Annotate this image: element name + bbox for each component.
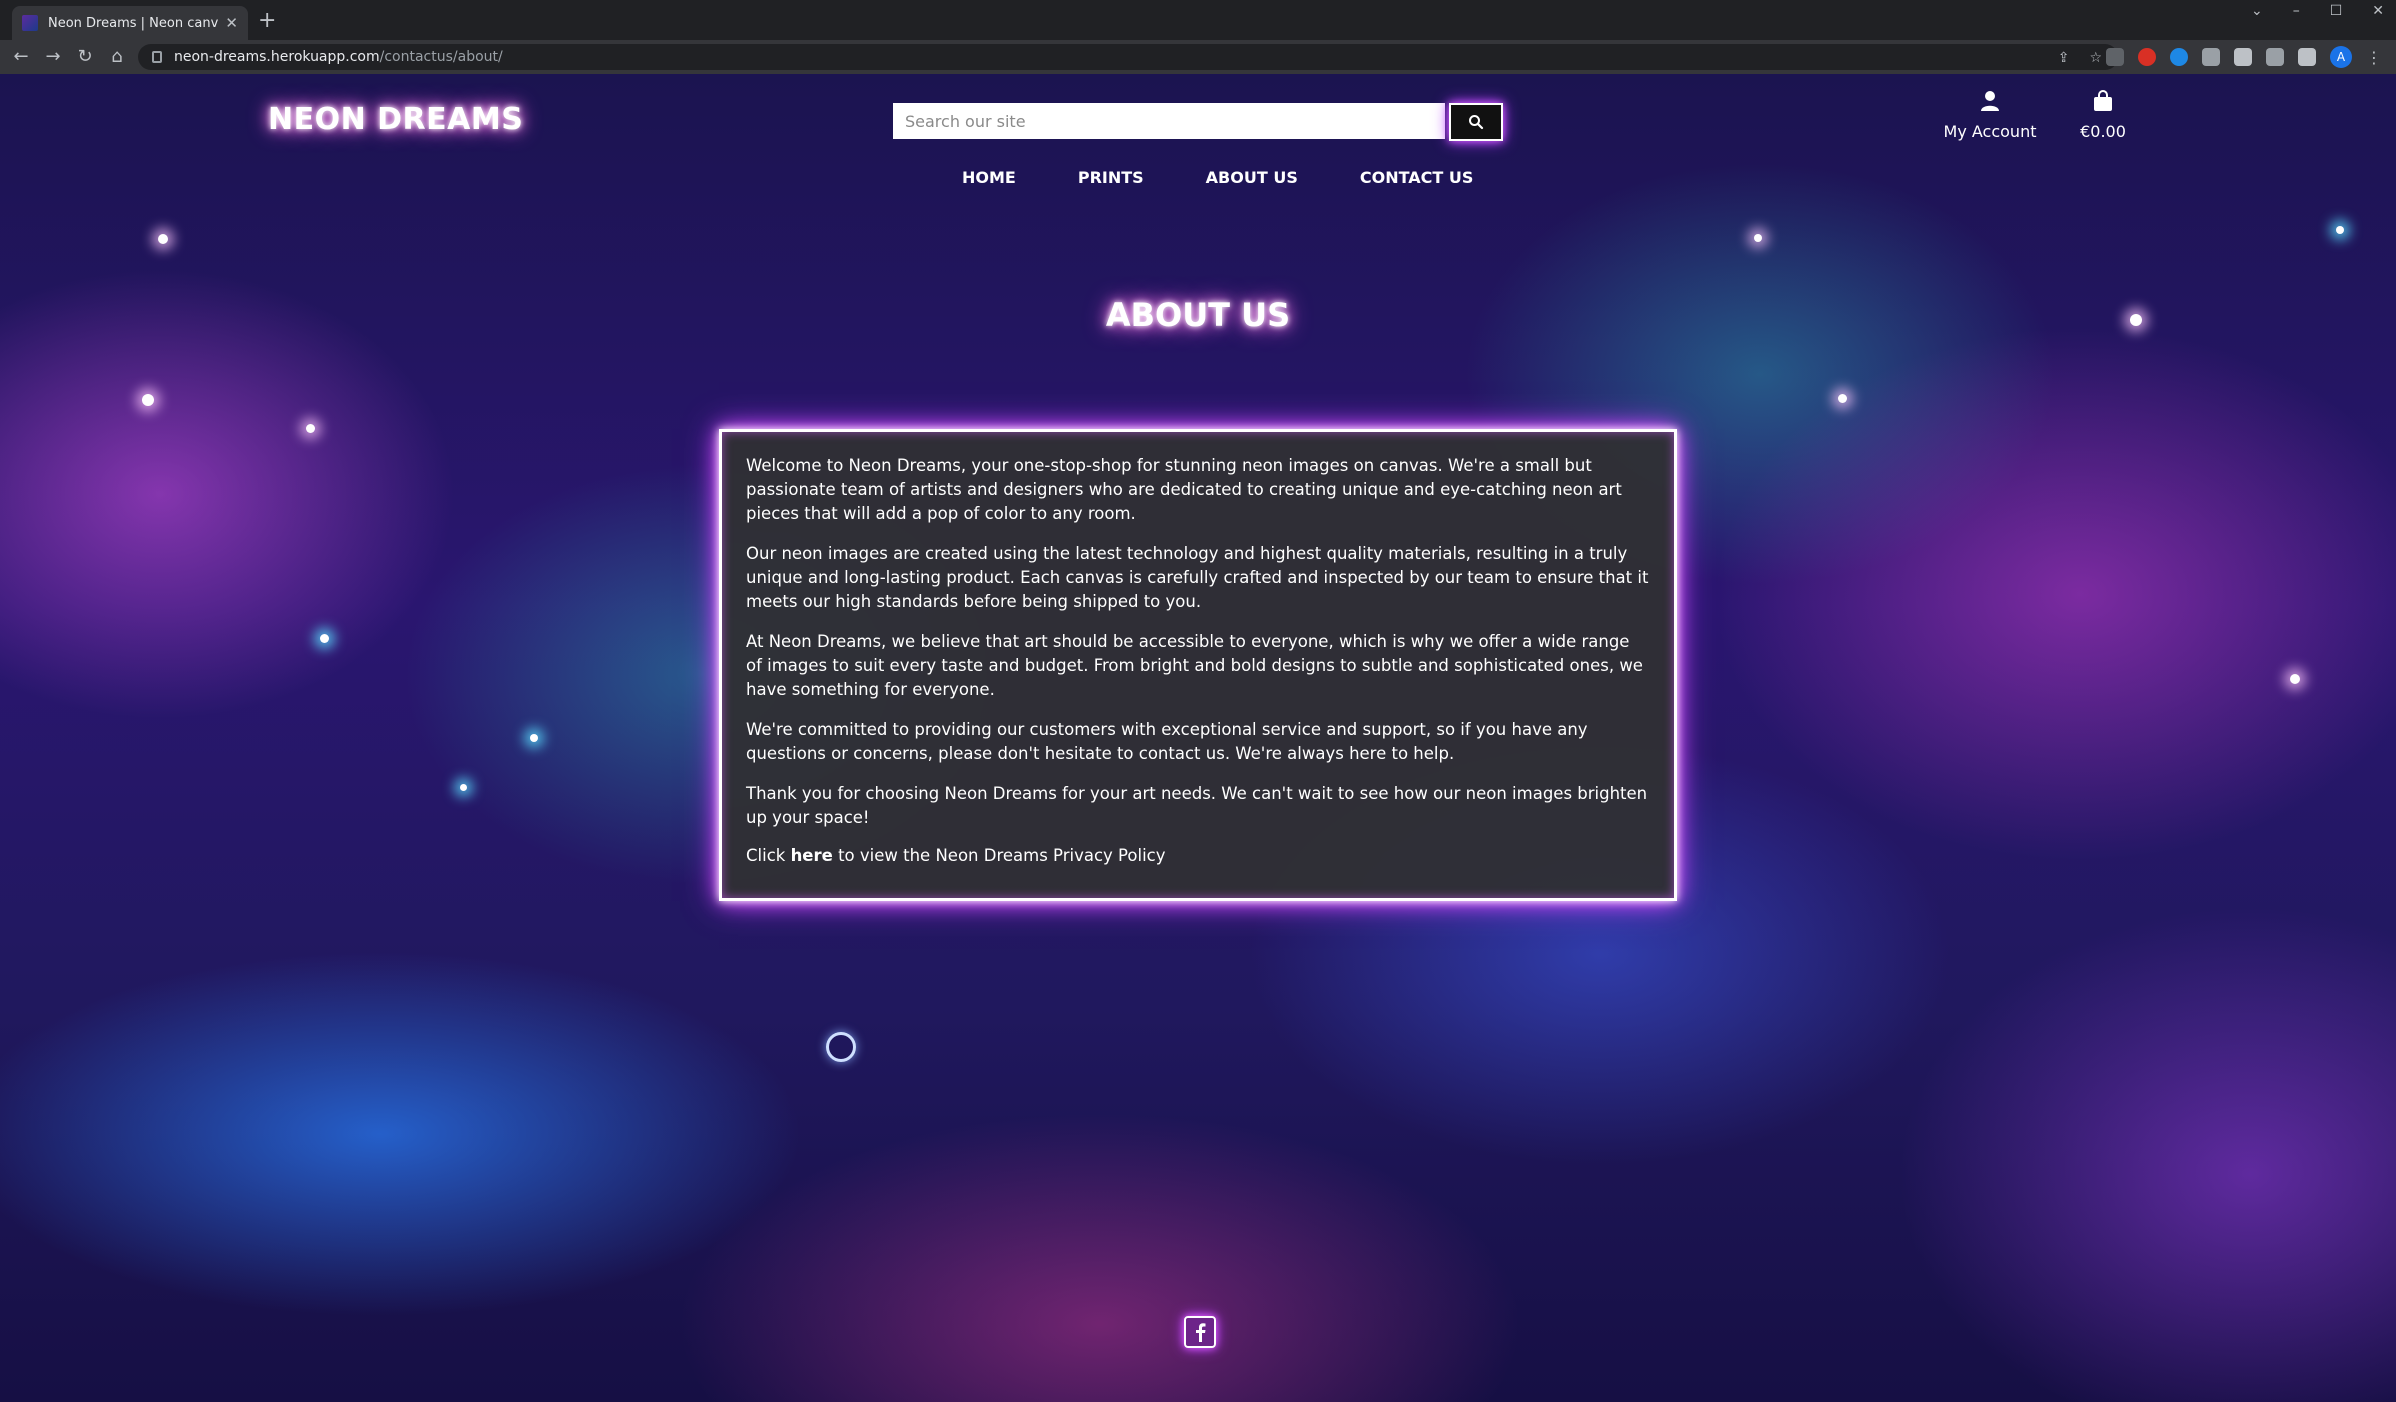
- minimize-icon[interactable]: –: [2293, 3, 2300, 19]
- search-icon: [1469, 115, 1484, 130]
- back-icon[interactable]: ←: [8, 44, 34, 70]
- star-decoration: [2336, 226, 2344, 234]
- tab-search-icon[interactable]: ⌄: [2251, 3, 2263, 19]
- page-body: NEON DREAMS My Account €0.00 HOME PRINTS…: [0, 74, 2396, 1402]
- star-decoration: [1754, 234, 1762, 242]
- about-paragraph: We're committed to providing our custome…: [746, 720, 1588, 763]
- nav-about-us[interactable]: ABOUT US: [1206, 168, 1298, 187]
- star-decoration: [142, 394, 154, 406]
- privacy-policy-link[interactable]: here: [791, 846, 833, 865]
- extensions-bar: A ⋮: [2106, 46, 2382, 68]
- about-paragraph: At Neon Dreams, we believe that art shou…: [746, 632, 1643, 699]
- extension-icon[interactable]: [2106, 48, 2124, 66]
- nav-prints[interactable]: PRINTS: [1078, 168, 1144, 187]
- star-decoration: [158, 234, 168, 244]
- about-card: Welcome to Neon Dreams, your one-stop-sh…: [719, 429, 1677, 901]
- share-icon[interactable]: ⇪: [2058, 50, 2070, 66]
- my-account-link[interactable]: My Account: [1940, 90, 2040, 141]
- search-form: [893, 103, 1503, 141]
- lock-icon[interactable]: [152, 51, 162, 63]
- star-decoration: [2290, 674, 2300, 684]
- extension-icon[interactable]: [2202, 48, 2220, 66]
- bookmark-star-icon[interactable]: ☆: [2089, 50, 2102, 66]
- browser-toolbar: ← → ↻ ⌂ neon-dreams.herokuapp.com /conta…: [0, 40, 2396, 74]
- tab-strip: Neon Dreams | Neon canvas pri ✕ + ⌄ – ☐ …: [0, 0, 2396, 40]
- extension-icon[interactable]: [2170, 48, 2188, 66]
- nav-contact-us[interactable]: CONTACT US: [1360, 168, 1474, 187]
- about-paragraph: Thank you for choosing Neon Dreams for y…: [746, 784, 1648, 827]
- forward-icon[interactable]: →: [40, 44, 66, 70]
- planet-decoration: [826, 1032, 856, 1062]
- privacy-prefix: Click: [746, 846, 791, 865]
- address-bar[interactable]: neon-dreams.herokuapp.com /contactus/abo…: [138, 44, 2118, 70]
- tab-close-icon[interactable]: ✕: [225, 14, 238, 32]
- menu-dots-icon[interactable]: ⋮: [2366, 48, 2382, 67]
- about-paragraph: Welcome to Neon Dreams, your one-stop-sh…: [746, 456, 1622, 523]
- window-close-icon[interactable]: ✕: [2372, 3, 2384, 19]
- facebook-link[interactable]: [1184, 1316, 1216, 1348]
- puzzle-extensions-icon[interactable]: [2234, 48, 2252, 66]
- star-decoration: [530, 734, 538, 742]
- main-nav: HOME PRINTS ABOUT US CONTACT US: [962, 168, 1473, 187]
- url-path: /contactus/about/: [379, 49, 503, 65]
- privacy-policy-line: Click here to view the Neon Dreams Priva…: [746, 844, 1650, 868]
- privacy-suffix: to view the Neon Dreams Privacy Policy: [832, 846, 1166, 865]
- profile-avatar[interactable]: A: [2330, 46, 2352, 68]
- star-decoration: [1838, 394, 1847, 403]
- bag-total: €0.00: [2080, 122, 2126, 141]
- reading-list-icon[interactable]: [2266, 48, 2284, 66]
- site-logo[interactable]: NEON DREAMS: [268, 102, 523, 137]
- shopping-bag-icon: [2094, 90, 2112, 111]
- side-panel-icon[interactable]: [2298, 48, 2316, 66]
- my-account-label: My Account: [1943, 122, 2037, 141]
- new-tab-icon[interactable]: +: [258, 8, 276, 33]
- star-decoration: [306, 424, 315, 433]
- extension-icon[interactable]: [2138, 48, 2156, 66]
- search-button[interactable]: [1449, 103, 1503, 141]
- star-decoration: [460, 784, 467, 791]
- home-icon[interactable]: ⌂: [104, 44, 130, 70]
- star-decoration: [320, 634, 329, 643]
- maximize-icon[interactable]: ☐: [2330, 3, 2343, 19]
- shopping-bag-link[interactable]: €0.00: [2072, 90, 2134, 141]
- about-paragraph: Our neon images are created using the la…: [746, 544, 1649, 611]
- window-controls: ⌄ – ☐ ✕: [2251, 0, 2384, 22]
- reload-icon[interactable]: ↻: [72, 44, 98, 70]
- facebook-icon: [1196, 1323, 1206, 1342]
- nav-home[interactable]: HOME: [962, 168, 1016, 187]
- browser-chrome: Neon Dreams | Neon canvas pri ✕ + ⌄ – ☐ …: [0, 0, 2396, 74]
- url-host: neon-dreams.herokuapp.com: [174, 49, 380, 65]
- page-title: ABOUT US: [1105, 296, 1291, 334]
- browser-tab[interactable]: Neon Dreams | Neon canvas pri ✕: [12, 6, 248, 40]
- search-input[interactable]: [893, 103, 1445, 139]
- tab-title: Neon Dreams | Neon canvas pri: [48, 15, 219, 31]
- user-icon: [1981, 91, 1999, 111]
- site-favicon-icon: [22, 15, 38, 31]
